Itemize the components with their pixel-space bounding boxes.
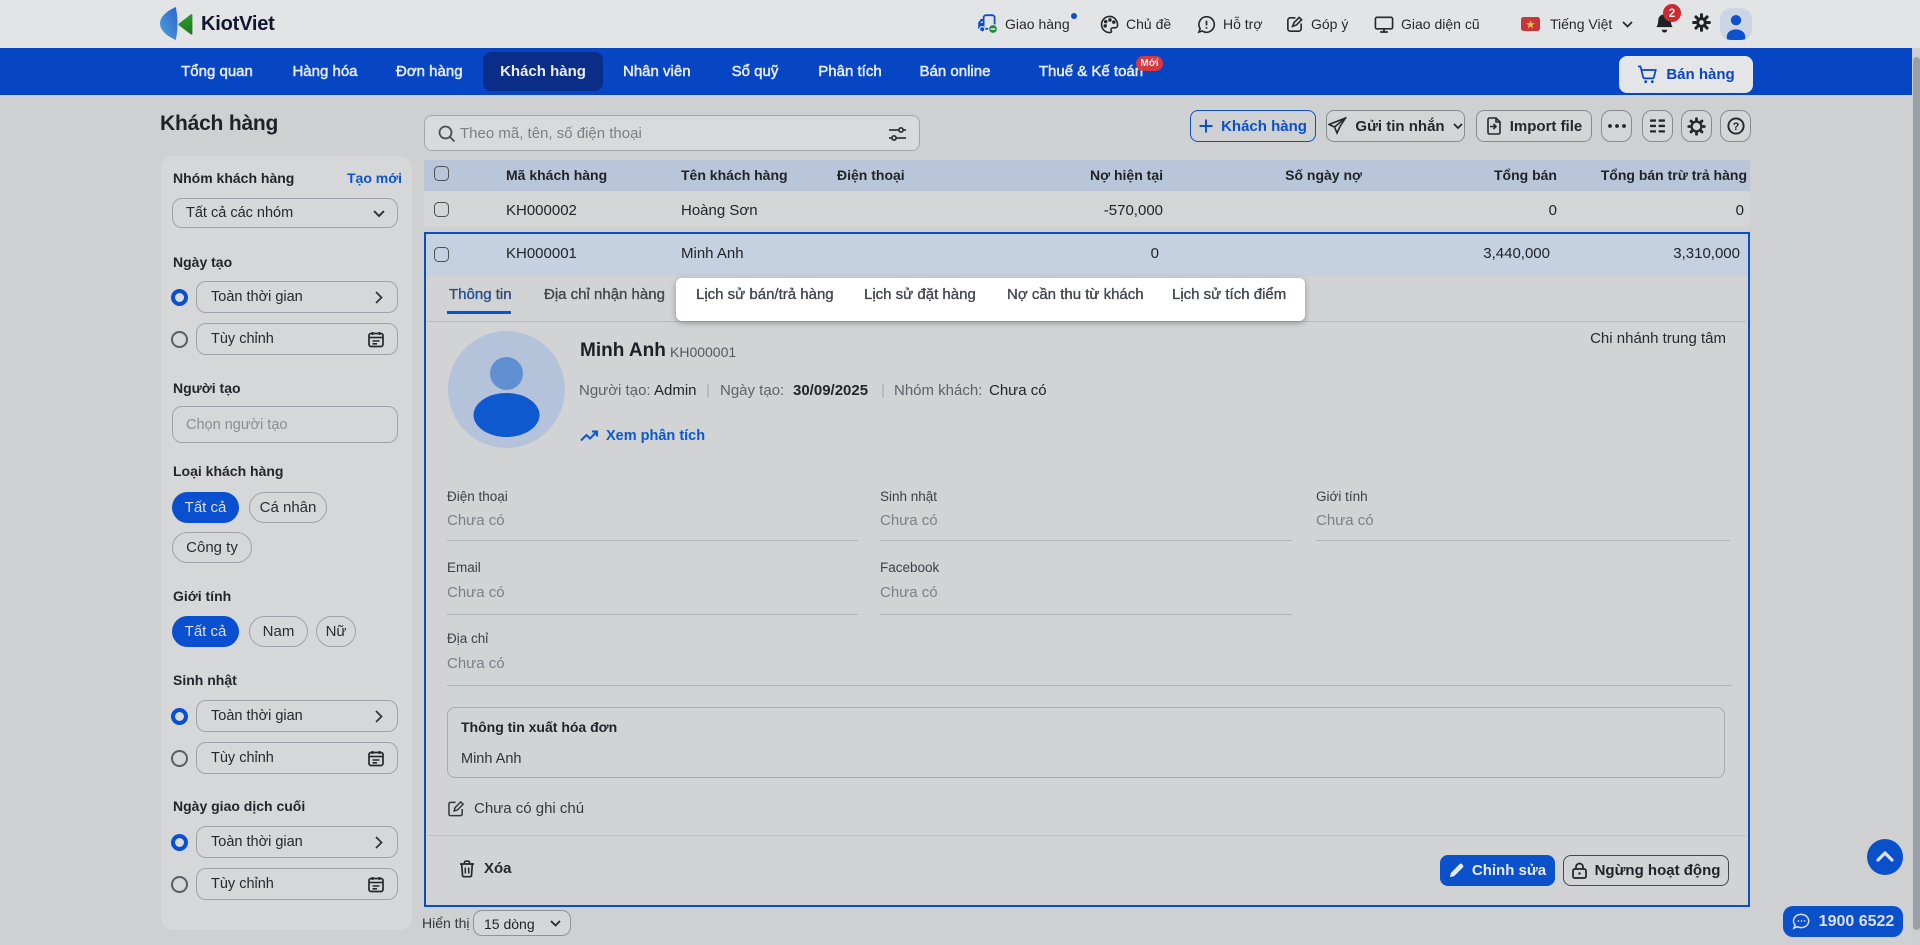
svg-text:?: ? <box>1732 121 1739 133</box>
